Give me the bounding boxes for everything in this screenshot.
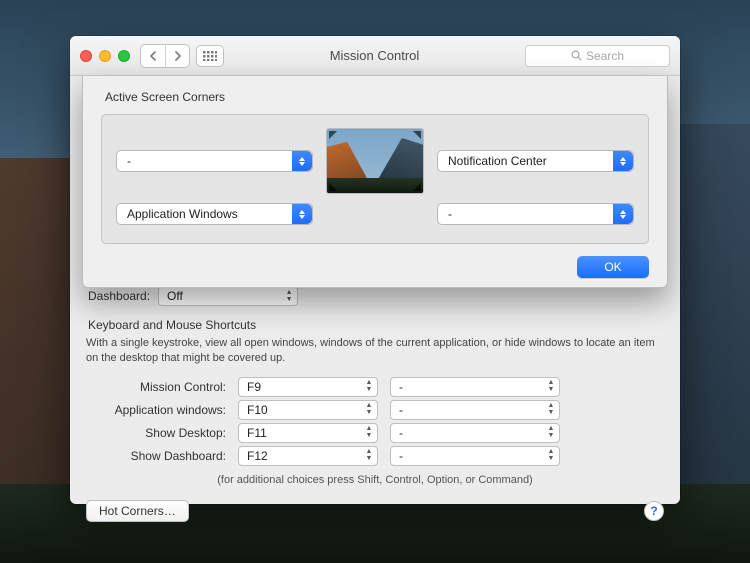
- corner-top-left-select[interactable]: -: [116, 150, 313, 172]
- window-title: Mission Control: [224, 48, 525, 63]
- chevron-updown-icon: [292, 151, 312, 171]
- shortcut-label: Show Dashboard:: [86, 449, 226, 463]
- screen-thumbnail: [327, 129, 423, 193]
- chevron-updown-icon: [613, 151, 633, 171]
- chevron-updown-icon: [613, 204, 633, 224]
- ok-button[interactable]: OK: [577, 256, 649, 278]
- shortcuts-footer-hint: (for additional choices press Shift, Con…: [86, 474, 664, 486]
- shortcut-mouse-select[interactable]: -▲▼: [390, 423, 560, 443]
- shortcuts-section-label: Keyboard and Mouse Shortcuts: [88, 318, 664, 332]
- search-placeholder: Search: [586, 49, 624, 63]
- minimize-window-button[interactable]: [99, 50, 111, 62]
- forward-button[interactable]: [165, 45, 189, 67]
- traffic-lights: [80, 50, 130, 62]
- chevron-updown-icon: [292, 204, 312, 224]
- shortcut-label: Show Desktop:: [86, 426, 226, 440]
- show-all-button[interactable]: [196, 45, 224, 67]
- shortcut-row: Mission Control: F9▲▼ -▲▼: [86, 377, 664, 397]
- preferences-window: Mission Control Search Dashboard: Off ▲▼…: [70, 36, 680, 504]
- help-button[interactable]: ?: [644, 501, 664, 521]
- close-window-button[interactable]: [80, 50, 92, 62]
- shortcut-mouse-select[interactable]: -▲▼: [390, 400, 560, 420]
- shortcut-row: Show Dashboard: F12▲▼ -▲▼: [86, 446, 664, 466]
- corner-bottom-right-select[interactable]: -: [437, 203, 634, 225]
- shortcut-key-select[interactable]: F10▲▼: [238, 400, 378, 420]
- search-icon: [571, 50, 582, 61]
- shortcut-mouse-select[interactable]: -▲▼: [390, 446, 560, 466]
- nav-back-forward: [140, 44, 190, 68]
- shortcut-mouse-select[interactable]: -▲▼: [390, 377, 560, 397]
- shortcut-row: Show Desktop: F11▲▼ -▲▼: [86, 423, 664, 443]
- dashboard-select[interactable]: Off ▲▼: [158, 286, 298, 306]
- shortcut-key-select[interactable]: F12▲▼: [238, 446, 378, 466]
- corner-top-right-select[interactable]: Notification Center: [437, 150, 634, 172]
- shortcut-label: Application windows:: [86, 403, 226, 417]
- titlebar: Mission Control Search: [70, 36, 680, 76]
- dashboard-row: Dashboard: Off ▲▼: [88, 286, 664, 306]
- zoom-window-button[interactable]: [118, 50, 130, 62]
- shortcut-key-select[interactable]: F11▲▼: [238, 423, 378, 443]
- corner-bottom-left-select[interactable]: Application Windows: [116, 203, 313, 225]
- search-field[interactable]: Search: [525, 45, 670, 67]
- sheet-title: Active Screen Corners: [105, 90, 649, 104]
- shortcut-key-select[interactable]: F9▲▼: [238, 377, 378, 397]
- active-screen-corners-sheet: Active Screen Corners - Notification Cen…: [82, 76, 668, 288]
- shortcuts-hint: With a single keystroke, view all open w…: [86, 336, 664, 367]
- dashboard-label: Dashboard:: [88, 289, 150, 303]
- shortcut-label: Mission Control:: [86, 380, 226, 394]
- hot-corners-button[interactable]: Hot Corners…: [86, 500, 189, 522]
- back-button[interactable]: [141, 45, 165, 67]
- shortcut-row: Application windows: F10▲▼ -▲▼: [86, 400, 664, 420]
